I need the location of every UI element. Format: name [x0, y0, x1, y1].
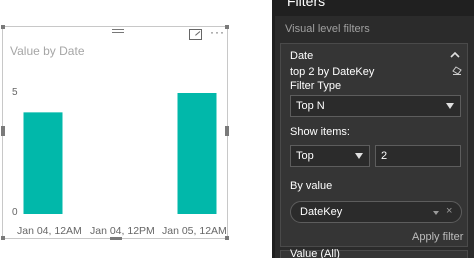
- by-value-field-well[interactable]: DateKey ×: [290, 201, 462, 223]
- resize-handle-bottom[interactable]: [110, 237, 122, 240]
- x-tick-label: Jan 04, 12AM: [17, 225, 82, 237]
- apply-filter-button[interactable]: Apply filter: [412, 231, 463, 243]
- show-count-input[interactable]: 2: [375, 145, 461, 167]
- bar-series: [23, 93, 217, 214]
- x-tick-label: Jan 04, 12PM: [90, 225, 155, 237]
- remove-field-icon[interactable]: ×: [446, 205, 452, 217]
- show-direction-dropdown[interactable]: Top: [290, 145, 370, 167]
- column-chart-visual[interactable]: ··· Value by Date 5 0 Jan 04, 12AM Jan 0…: [1, 25, 229, 240]
- focus-mode-icon[interactable]: [189, 29, 202, 40]
- report-canvas: ··· Value by Date 5 0 Jan 04, 12AM Jan 0…: [0, 0, 272, 258]
- more-options-icon[interactable]: ···: [210, 25, 225, 39]
- field-dropdown-arrow-icon[interactable]: [433, 211, 439, 215]
- collapse-icon[interactable]: [450, 50, 460, 60]
- resize-handle-right[interactable]: [225, 126, 229, 136]
- filter-type-dropdown[interactable]: Top N: [290, 95, 461, 117]
- date-filter-card: Date top 2 by DateKey Filter Type Top N …: [280, 43, 468, 247]
- y-tick-label: 0: [12, 207, 18, 218]
- filter-type-value: Top N: [296, 100, 325, 112]
- resize-handle-bottom-left[interactable]: [1, 236, 5, 240]
- value-filter-label: Value (All): [290, 248, 340, 258]
- pane-title: Filters: [287, 0, 326, 9]
- value-filter-card[interactable]: Value (All): [280, 248, 468, 258]
- show-items-label: Show items:: [290, 126, 350, 138]
- bar-jan-04-12am[interactable]: [23, 112, 63, 214]
- bar-jan-05-12am[interactable]: [177, 93, 217, 214]
- resize-handle-left[interactable]: [1, 126, 5, 136]
- visual-level-filters-label: Visual level filters: [285, 23, 370, 35]
- drag-grip-icon[interactable]: [112, 29, 124, 35]
- pane-header: Filters: [275, 0, 474, 16]
- show-direction-value: Top: [296, 150, 314, 162]
- resize-handle-top-right[interactable]: [225, 25, 229, 29]
- filter-type-label: Filter Type: [290, 80, 342, 92]
- dropdown-arrow-icon: [355, 153, 363, 159]
- filter-field-name: Date: [290, 50, 314, 62]
- eraser-icon[interactable]: [452, 66, 462, 75]
- x-tick-label: Jan 05, 12AM: [162, 225, 227, 237]
- filters-pane: Filters Visual level filters Date top 2 …: [275, 0, 474, 258]
- resize-handle-top-left[interactable]: [1, 25, 5, 29]
- visual-title: Value by Date: [10, 44, 85, 58]
- by-value-label: By value: [290, 180, 333, 192]
- y-tick-label: 5: [12, 87, 18, 98]
- show-count-value: 2: [381, 150, 388, 162]
- by-value-field: DateKey: [300, 206, 343, 218]
- plot-area: [21, 93, 219, 214]
- filter-summary: top 2 by DateKey: [290, 66, 375, 78]
- dropdown-arrow-icon: [446, 103, 454, 109]
